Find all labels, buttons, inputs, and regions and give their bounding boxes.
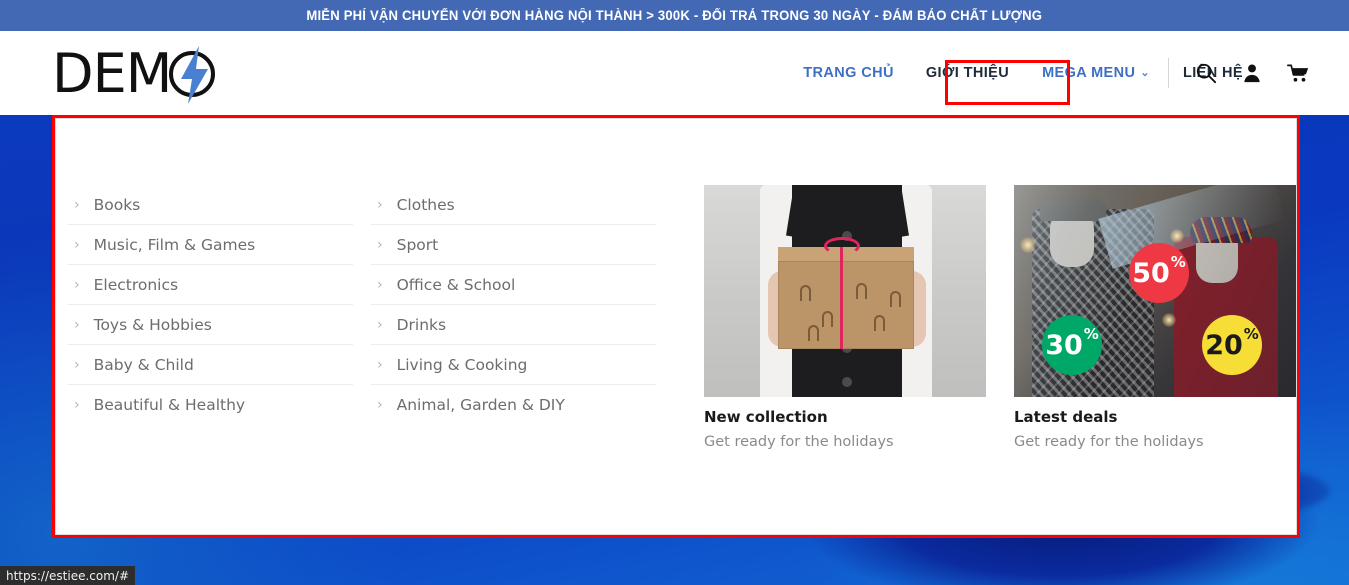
category-label: Beautiful & Healthy bbox=[93, 396, 246, 414]
user-icon[interactable] bbox=[1241, 62, 1263, 84]
category-item-office-school[interactable]: › Office & School bbox=[371, 265, 656, 305]
promo-cards: New collection Get ready for the holiday… bbox=[704, 185, 1296, 534]
chevron-right-icon: › bbox=[74, 276, 80, 293]
chevron-right-icon: › bbox=[377, 236, 383, 253]
category-item-books[interactable]: › Books bbox=[68, 185, 353, 225]
lightning-bolt-icon bbox=[181, 46, 209, 104]
cart-icon[interactable] bbox=[1287, 62, 1309, 84]
chevron-right-icon: › bbox=[74, 236, 80, 253]
nav-item-trang-chu[interactable]: TRANG CHỦ bbox=[787, 65, 910, 81]
category-item-music-film-games[interactable]: › Music, Film & Games bbox=[68, 225, 353, 265]
category-item-animal-garden-diy[interactable]: › Animal, Garden & DIY bbox=[371, 385, 656, 425]
category-item-clothes[interactable]: › Clothes bbox=[371, 185, 656, 225]
search-icon[interactable] bbox=[1195, 62, 1217, 84]
site-logo[interactable]: DEM bbox=[52, 42, 216, 105]
header-icon-bar bbox=[1168, 31, 1309, 115]
category-label: Toys & Hobbies bbox=[93, 315, 212, 334]
category-item-sport[interactable]: › Sport bbox=[371, 225, 656, 265]
header-divider bbox=[1168, 58, 1169, 88]
promo-title: Latest deals bbox=[1014, 408, 1118, 426]
promo-title: New collection bbox=[704, 408, 828, 426]
category-label: Books bbox=[93, 195, 141, 214]
logo-o-bolt-icon bbox=[169, 46, 216, 104]
browser-status-bar: https://estiee.com/# bbox=[0, 566, 135, 585]
promo-card-new-collection[interactable]: New collection Get ready for the holiday… bbox=[704, 185, 986, 534]
discount-value: 50 bbox=[1132, 257, 1170, 289]
category-label: Baby & Child bbox=[93, 355, 194, 374]
category-column-2: › Clothes › Sport › Office & School › Dr… bbox=[371, 185, 656, 534]
category-item-electronics[interactable]: › Electronics bbox=[68, 265, 353, 305]
category-item-toys-hobbies[interactable]: › Toys & Hobbies bbox=[68, 305, 353, 345]
category-label: Office & School bbox=[396, 275, 516, 294]
category-item-baby-child[interactable]: › Baby & Child bbox=[68, 345, 353, 385]
chevron-right-icon: › bbox=[377, 316, 383, 333]
category-label: Electronics bbox=[93, 275, 179, 294]
category-item-beautiful-healthy[interactable]: › Beautiful & Healthy bbox=[68, 385, 353, 425]
promo-message: MIỄN PHÍ VẬN CHUYỂN VỚI ĐƠN HÀNG NỘI THÀ… bbox=[306, 8, 1043, 23]
category-label: Animal, Garden & DIY bbox=[396, 396, 565, 414]
chevron-right-icon: › bbox=[377, 356, 383, 373]
chevron-right-icon: › bbox=[74, 196, 80, 213]
chevron-down-icon: ⌄ bbox=[1140, 66, 1150, 79]
category-label: Music, Film & Games bbox=[93, 235, 256, 254]
discount-badge-50: 50% bbox=[1129, 243, 1189, 303]
status-url: https://estiee.com/# bbox=[6, 568, 129, 583]
percent-sign: % bbox=[1243, 325, 1259, 343]
category-label: Living & Cooking bbox=[396, 355, 528, 374]
gift-box-image[interactable] bbox=[704, 185, 986, 397]
nav-item-mega-menu-label: MEGA MENU bbox=[1042, 65, 1136, 81]
chevron-right-icon: › bbox=[74, 397, 80, 413]
promo-topbar: MIỄN PHÍ VẬN CHUYỂN VỚI ĐƠN HÀNG NỘI THÀ… bbox=[0, 0, 1349, 31]
mega-menu-dropdown: › Books › Music, Film & Games › Electron… bbox=[55, 118, 1297, 535]
category-label: Drinks bbox=[396, 315, 447, 334]
chevron-right-icon: › bbox=[377, 196, 383, 213]
logo-text: DEM bbox=[52, 42, 172, 105]
promo-subtitle: Get ready for the holidays bbox=[704, 434, 894, 450]
discount-badge-20: 20% bbox=[1202, 315, 1262, 375]
nav-item-gioi-thieu[interactable]: GIỚI THIỆU bbox=[910, 65, 1025, 81]
nav-item-mega-menu[interactable]: MEGA MENU ⌄ bbox=[1025, 51, 1167, 95]
chevron-right-icon: › bbox=[74, 316, 80, 333]
category-item-living-cooking[interactable]: › Living & Cooking bbox=[371, 345, 656, 385]
chevron-right-icon: › bbox=[74, 356, 80, 373]
percent-sign: % bbox=[1170, 253, 1186, 271]
percent-sign: % bbox=[1083, 325, 1099, 343]
promo-subtitle: Get ready for the holidays bbox=[1014, 434, 1204, 450]
category-column-1: › Books › Music, Film & Games › Electron… bbox=[68, 185, 353, 534]
discount-value: 20 bbox=[1205, 329, 1243, 361]
promo-card-latest-deals[interactable]: 50% 30% 20% Latest deals Get ready for t… bbox=[1014, 185, 1296, 534]
category-label: Sport bbox=[396, 235, 439, 254]
category-item-drinks[interactable]: › Drinks bbox=[371, 305, 656, 345]
discount-value: 30 bbox=[1045, 329, 1083, 361]
chevron-right-icon: › bbox=[377, 397, 383, 413]
mannequins-image[interactable]: 50% 30% 20% bbox=[1014, 185, 1296, 397]
category-label: Clothes bbox=[396, 195, 455, 214]
discount-badge-30: 30% bbox=[1042, 315, 1102, 375]
chevron-right-icon: › bbox=[377, 276, 383, 293]
